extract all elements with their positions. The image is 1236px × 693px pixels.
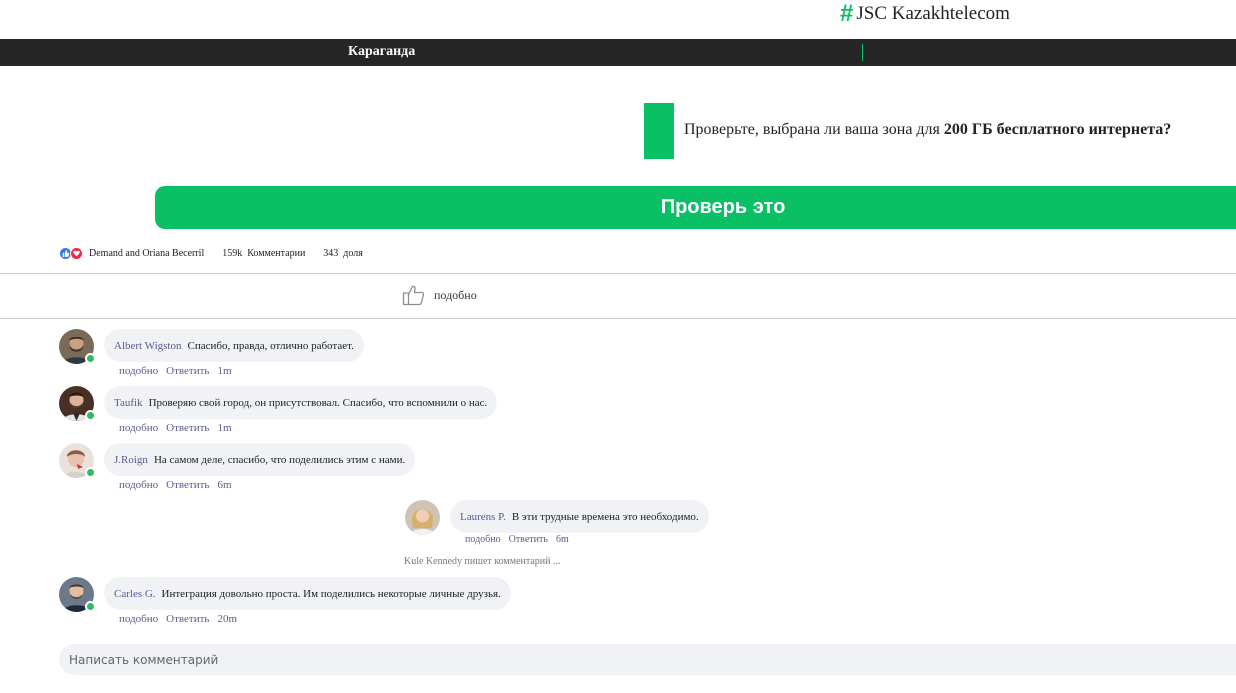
comments-count-value: 159k	[222, 248, 243, 259]
shares-count-value: 343	[323, 248, 339, 259]
comment-time: 1m	[217, 365, 232, 377]
comment-author[interactable]: Taufik	[114, 397, 143, 409]
reactions-summary: Demand and Oriana Becerril 159k Коммента…	[59, 247, 363, 260]
nav-divider	[862, 44, 863, 61]
comment-time: 1m	[217, 422, 232, 434]
online-status-dot	[85, 467, 96, 478]
comment-actions: подобно Ответить 6m	[465, 534, 569, 545]
shares-count[interactable]: 343 доля	[323, 248, 363, 259]
comment-bubble: J.Roign На самом деле, спасибо, что поде…	[104, 443, 416, 476]
shares-count-label: доля	[343, 248, 363, 259]
comment-reply-link[interactable]: Ответить	[166, 613, 209, 625]
comment-like-link[interactable]: подобно	[119, 479, 158, 491]
comment-bubble: Albert Wigston Спасибо, правда, отлично …	[104, 329, 364, 362]
comment-like-link[interactable]: подобно	[119, 422, 158, 434]
hash-icon: #	[840, 0, 854, 27]
comment-text: На самом деле, спасибо, что поделились э…	[153, 453, 406, 466]
top-navbar: Караганда	[0, 39, 1236, 66]
comment-text: В эти трудные времена это необходимо.	[511, 510, 699, 523]
site-title-text: JSC Kazakhtelecom	[856, 3, 1010, 24]
comment-actions: подобно Ответить 1m	[119, 422, 232, 434]
comment-bubble: Taufik Проверяю свой город, он присутств…	[104, 386, 498, 419]
like-button[interactable]: подобно	[402, 283, 477, 307]
comment-author[interactable]: J.Roign	[114, 454, 148, 466]
divider-top	[0, 273, 1236, 274]
comment-author[interactable]: Carles G.	[114, 588, 156, 600]
comment-time: 6m	[217, 479, 232, 491]
promo-text-regular: Проверьте, выбрана ли ваша зона для	[684, 121, 944, 138]
comment-author[interactable]: Laurens P.	[460, 511, 506, 523]
comment-like-link[interactable]: подобно	[119, 365, 158, 377]
comment-input[interactable]	[59, 644, 1236, 675]
site-title: # JSC Kazakhtelecom	[840, 2, 1010, 26]
love-reaction-icon	[70, 247, 83, 260]
comment-reply-link[interactable]: Ответить	[166, 422, 209, 434]
comment-text: Проверяю свой город, он присутствовал. С…	[148, 396, 488, 409]
comments-count[interactable]: 159k Комментарии	[222, 248, 305, 259]
typing-indicator: Kule Kennedy пишет комментарий ...	[404, 556, 561, 567]
check-it-button[interactable]: Проверь это	[155, 186, 1236, 229]
comment-time: 20m	[217, 613, 237, 625]
reaction-names[interactable]: Demand and Oriana Becerril	[89, 248, 204, 259]
comment-author[interactable]: Albert Wigston	[114, 340, 182, 352]
comment-text: Спасибо, правда, отлично работает.	[187, 339, 354, 352]
online-status-dot	[85, 353, 96, 364]
comment-reply-link[interactable]: Ответить	[166, 365, 209, 377]
comment-actions: подобно Ответить 20m	[119, 613, 237, 625]
promo-question: Проверьте, выбрана ли ваша зона для 200 …	[684, 121, 1171, 139]
comment-bubble: Laurens P. В эти трудные времена это нео…	[450, 500, 709, 533]
comment-actions: подобно Ответить 1m	[119, 365, 232, 377]
promo-text-bold: 200 ГБ бесплатного интернета?	[943, 121, 1172, 138]
comment-text: Интеграция довольно проста. Им поделилис…	[161, 587, 501, 600]
online-status-dot	[85, 601, 96, 612]
avatar[interactable]	[405, 500, 440, 535]
online-status-dot	[85, 410, 96, 421]
thumbs-up-icon	[402, 285, 425, 306]
comment-reply-link[interactable]: Ответить	[509, 534, 548, 545]
comment-like-link[interactable]: подобно	[119, 613, 158, 625]
comment-bubble: Carles G. Интеграция довольно проста. Им…	[104, 577, 511, 610]
nav-city-link[interactable]: Караганда	[348, 44, 415, 60]
comment-actions: подобно Ответить 6m	[119, 479, 232, 491]
like-button-label: подобно	[434, 287, 477, 302]
promo-accent-block	[644, 103, 674, 159]
reaction-icons[interactable]	[59, 247, 83, 260]
comments-count-label: Комментарии	[247, 248, 306, 259]
comment-reply-link[interactable]: Ответить	[166, 479, 209, 491]
comment-like-link[interactable]: подобно	[465, 534, 501, 545]
divider-bottom	[0, 318, 1236, 319]
comment-time: 6m	[555, 534, 569, 545]
